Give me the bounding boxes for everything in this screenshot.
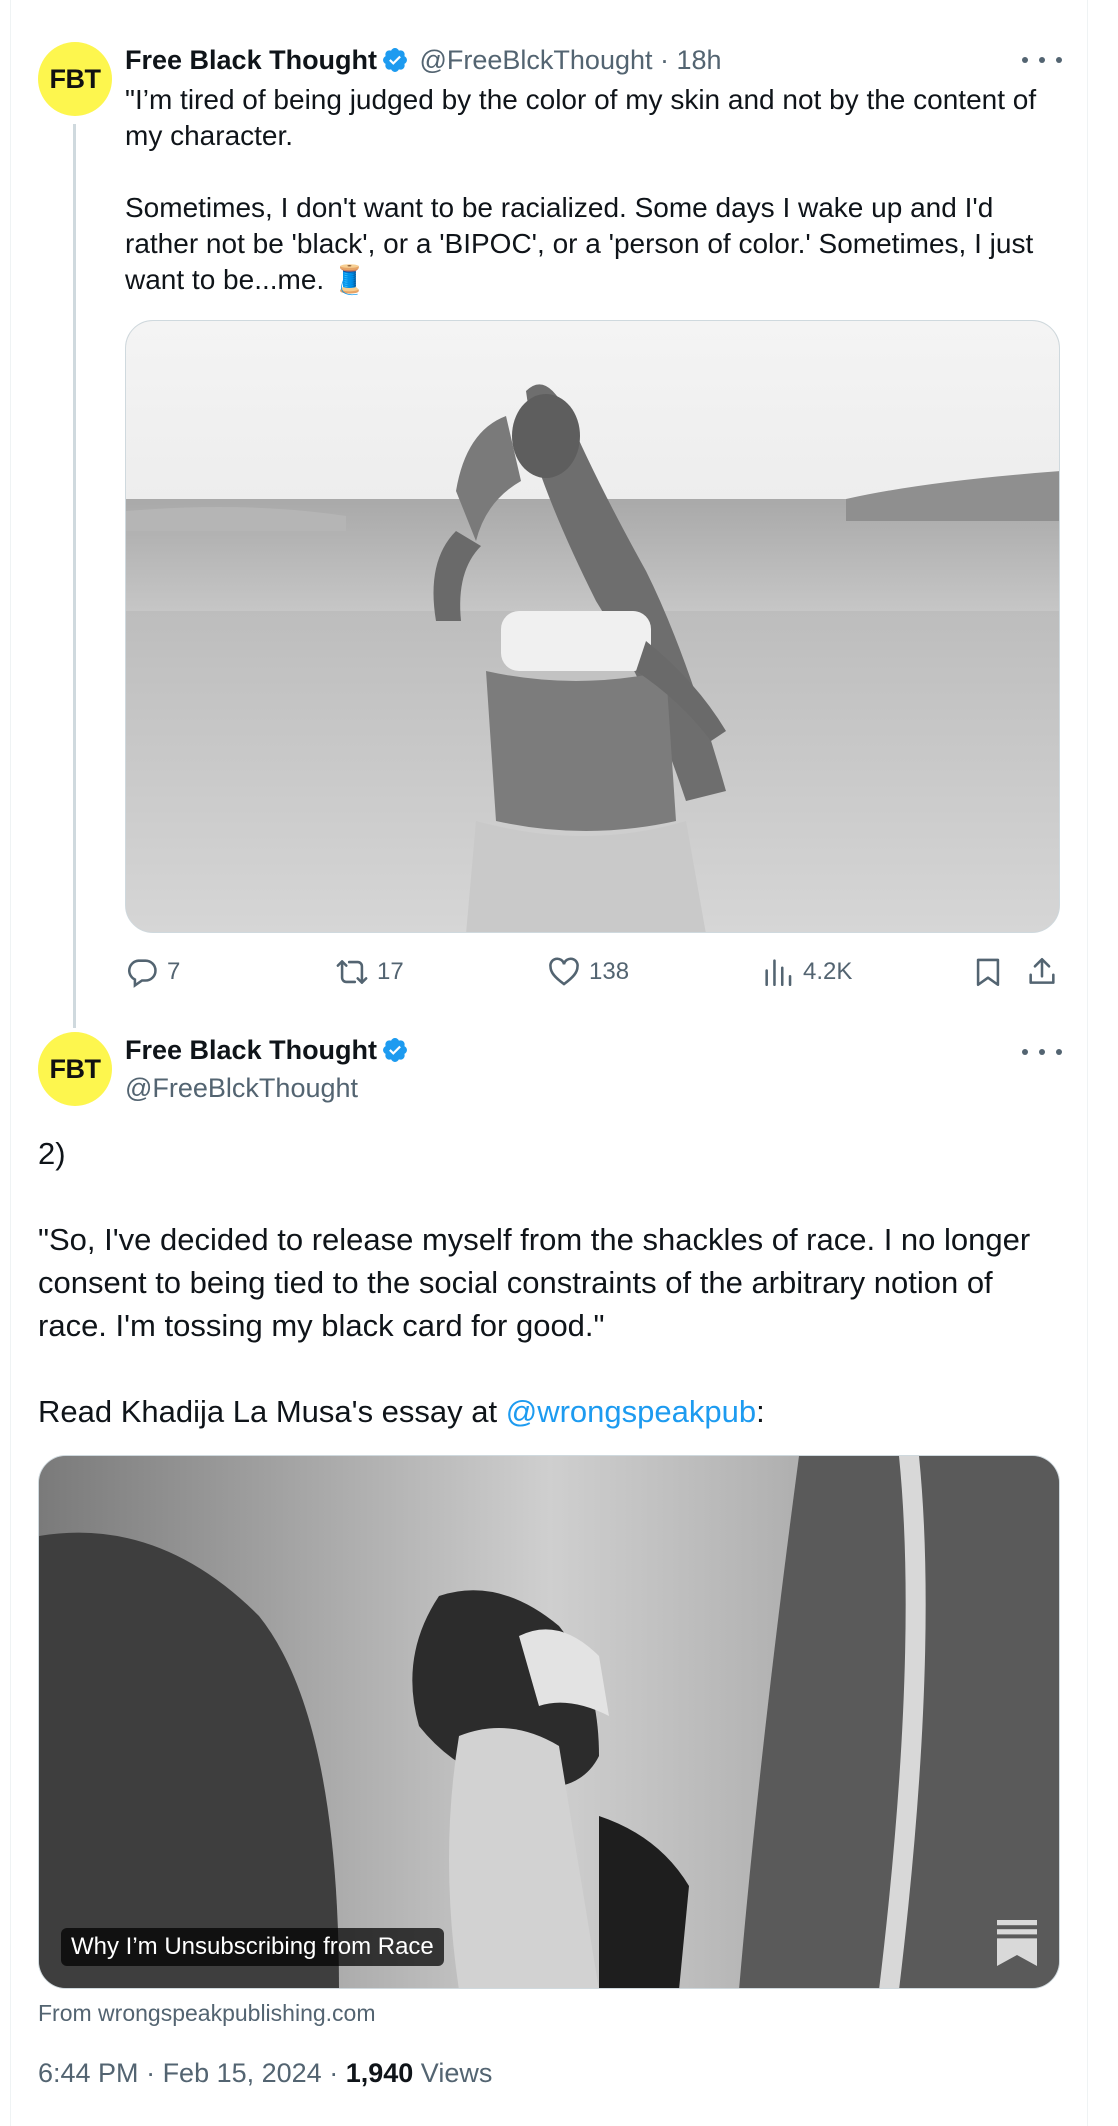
author-handle[interactable]: @FreeBlckThought [419, 45, 652, 75]
tweet-text: "I’m tired of being judged by the color … [125, 82, 1065, 298]
timeline-border-left [10, 0, 11, 2126]
link-card-title: Why I’m Unsubscribing from Race [61, 1928, 444, 1966]
share-button[interactable] [1025, 955, 1067, 989]
posted-time[interactable]: 6:44 PM [38, 2058, 139, 2088]
mention-link[interactable]: @wrongspeakpub [506, 1394, 756, 1429]
reply-icon [128, 959, 157, 988]
like-button[interactable]: 138 [547, 955, 629, 989]
link-card-image [39, 1456, 1059, 1988]
link-card-source[interactable]: From wrongspeakpublishing.com [38, 1998, 376, 2028]
thread-connector-line [73, 124, 76, 1028]
views-count: 1,940 [345, 2058, 414, 2088]
tweet-paragraph: Read Khadija La Musa's essay at @wrongsp… [38, 1390, 1068, 1433]
timeline-border-right [1087, 0, 1088, 2126]
separator: · [321, 2058, 346, 2088]
like-count: 138 [589, 958, 630, 985]
avatar[interactable]: FBT [38, 42, 112, 116]
more-options-button[interactable] [1022, 45, 1062, 75]
more-icon [1022, 1049, 1028, 1055]
posted-date[interactable]: Feb 15, 2024 [163, 2058, 322, 2088]
tweet-paragraph: "I’m tired of being judged by the color … [125, 84, 1037, 151]
views-icon [765, 959, 792, 987]
bookmark-icon [976, 958, 1000, 987]
read-prefix: Read Khadija La Musa's essay at [38, 1394, 506, 1429]
tweet-paragraph: 2) [38, 1136, 66, 1171]
reply-button[interactable]: 7 [125, 955, 180, 989]
avatar[interactable]: FBT [38, 1032, 112, 1106]
verified-badge-icon[interactable] [381, 46, 409, 74]
link-card[interactable]: Why I’m Unsubscribing from Race [38, 1455, 1060, 1989]
author-name[interactable]: Free Black Thought [125, 1035, 377, 1065]
reply-count: 7 [167, 958, 181, 985]
repost-button[interactable]: 17 [335, 955, 404, 989]
views-count: 4.2K [803, 958, 853, 985]
like-icon [549, 957, 579, 986]
separator: · [138, 2058, 163, 2088]
timestamp[interactable]: 18h [677, 45, 722, 75]
tweet-paragraph: "So, I've decided to release myself from… [38, 1222, 1031, 1343]
tweet-header: Free Black Thought @FreeBlckThought · 18… [125, 42, 722, 83]
read-suffix: : [756, 1394, 765, 1429]
avatar-text: FBT [49, 1053, 101, 1084]
more-icon [1022, 57, 1028, 63]
beach-portrait-image [126, 321, 1059, 932]
tweet-meta: 6:44 PM · Feb 15, 2024 · 1,940 Views [38, 2055, 492, 2091]
tweet-header: Free Black Thought [125, 1032, 409, 1073]
views-button[interactable]: 4.2K [761, 955, 852, 989]
tweet-text: 2) "So, I've decided to release myself f… [38, 1132, 1068, 1433]
author-name[interactable]: Free Black Thought [125, 45, 377, 75]
author-handle[interactable]: @FreeBlckThought [125, 1070, 358, 1106]
repost-icon [336, 960, 368, 984]
substack-icon [997, 1920, 1037, 1966]
share-icon [1029, 957, 1055, 984]
views-label: Views [420, 2058, 493, 2088]
repost-count: 17 [377, 958, 404, 985]
separator: · [652, 45, 677, 75]
avatar-text: FBT [49, 63, 101, 94]
tweet-actions-bar: 7 17 138 4.2K [125, 955, 1060, 995]
bookmark-button[interactable] [971, 955, 1013, 989]
more-options-button[interactable] [1022, 1037, 1062, 1067]
tweet-photo[interactable] [125, 320, 1060, 933]
verified-badge-icon[interactable] [381, 1036, 409, 1064]
tweet-paragraph: Sometimes, I don't want to be racialized… [125, 192, 1034, 295]
